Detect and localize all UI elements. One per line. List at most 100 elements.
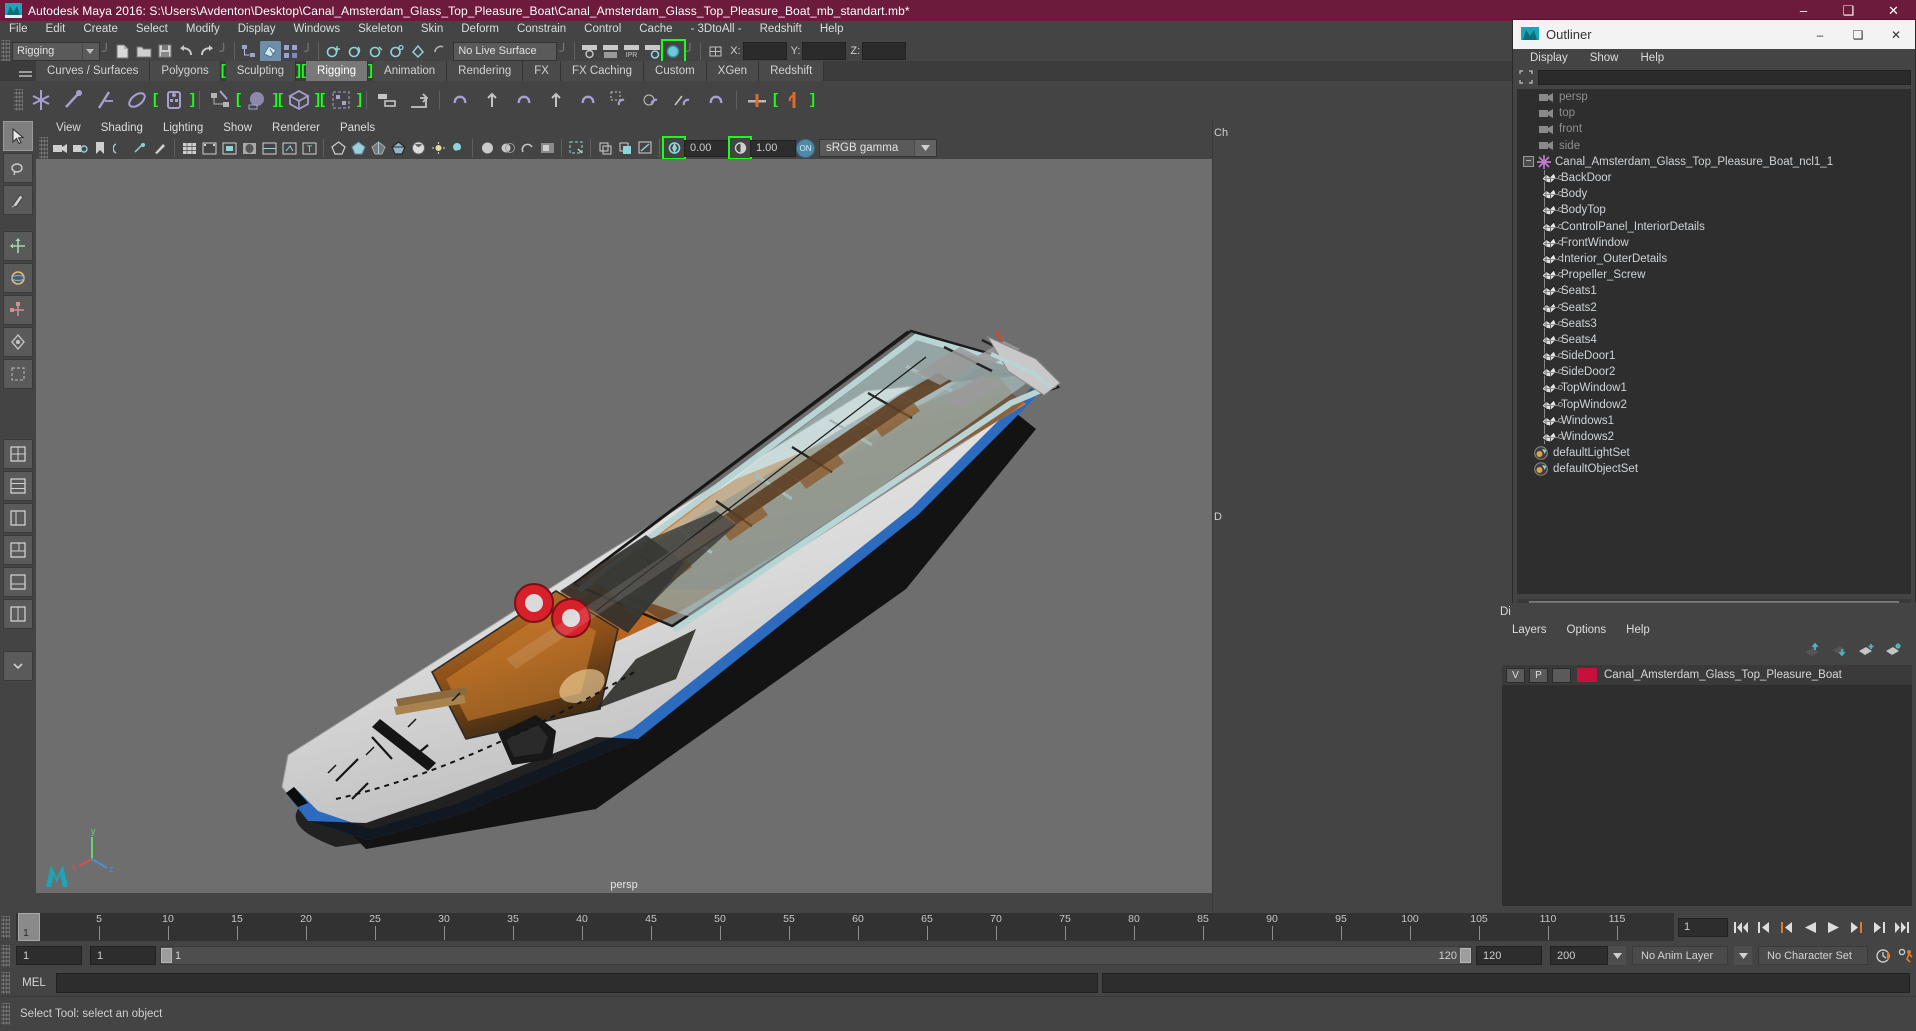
outliner-item-topwindow2[interactable]: TopWindow2 <box>1517 397 1911 413</box>
wireframe-on-shaded-icon[interactable] <box>388 138 408 158</box>
status-line-grip[interactable] <box>1 40 10 62</box>
menu-edit[interactable]: Edit <box>37 21 75 38</box>
shelf-tab-redshift[interactable]: Redshift <box>759 61 825 81</box>
image-plane-icon[interactable] <box>110 138 130 158</box>
outliner-item-sidedoor2[interactable]: SideDoor2 <box>1517 364 1911 380</box>
snap-to-projected-center-button[interactable] <box>386 41 407 62</box>
xray-display-icon[interactable] <box>595 138 615 158</box>
smooth-shade-selected-icon[interactable] <box>368 138 388 158</box>
time-cursor[interactable]: 1 <box>18 913 40 941</box>
play-backwards-button[interactable] <box>1800 916 1820 938</box>
shelf-tab-sculpting[interactable]: Sculpting <box>225 61 297 81</box>
shelf-grip[interactable] <box>14 89 23 111</box>
outliner-item-defaultlightset[interactable]: defaultLightSet <box>1517 445 1911 461</box>
gate-mask-icon[interactable] <box>239 138 259 158</box>
last-tool-used-button[interactable] <box>3 359 33 389</box>
outliner-item-persp[interactable]: persp <box>1517 89 1911 105</box>
outliner-item-body[interactable]: Body <box>1517 186 1911 202</box>
shelf-tab-rendering[interactable]: Rendering <box>447 61 524 81</box>
menu-skin[interactable]: Skin <box>412 21 452 38</box>
viewport-toolbar-grip[interactable] <box>39 137 48 159</box>
live-surface-field[interactable]: No Live Surface <box>453 41 558 61</box>
paint-skin-weights-icon[interactable] <box>204 84 236 116</box>
outliner-close-button[interactable]: ✕ <box>1877 20 1915 49</box>
aim-constraint-up-icon[interactable] <box>476 84 508 116</box>
layer-row[interactable]: V P Canal_Amsterdam_Glass_Top_Pleasure_B… <box>1502 665 1912 685</box>
close-button[interactable]: ✕ <box>1871 0 1916 21</box>
outliner-item-controlpanel-interiordetails[interactable]: ControlPanel_InteriorDetails <box>1517 219 1911 235</box>
layout-hypergraph-persp-button[interactable] <box>3 535 33 565</box>
character-set-field[interactable]: No Character Set <box>1758 946 1868 965</box>
outliner-item-group-root[interactable]: − Canal_Amsterdam_Glass_Top_Pleasure_Boa… <box>1517 154 1911 170</box>
go-to-start-button[interactable] <box>1731 916 1751 938</box>
anim-start-time-field[interactable]: 1 <box>16 946 82 965</box>
layout-two-pane-button[interactable] <box>3 599 33 629</box>
anim-layer-field[interactable]: No Anim Layer <box>1632 946 1728 965</box>
outliner-menu-show[interactable]: Show <box>1579 49 1630 67</box>
range-slider-grip[interactable] <box>1 944 10 967</box>
menu-windows[interactable]: Windows <box>284 21 349 38</box>
command-language-label[interactable]: MEL <box>12 977 56 989</box>
character-set-icon[interactable] <box>741 84 773 116</box>
aim-constraint-icon[interactable] <box>540 84 572 116</box>
ipr-render-button[interactable]: IPR <box>621 41 642 62</box>
range-start-time-field[interactable]: 1 <box>90 946 156 965</box>
new-layer-icon[interactable] <box>1858 643 1875 657</box>
textured-display-icon[interactable] <box>408 138 428 158</box>
multisample-aa-icon[interactable] <box>517 138 537 158</box>
command-input[interactable] <box>56 972 1098 993</box>
shelf-tab-animation[interactable]: Animation <box>373 61 448 81</box>
camera-attributes-icon[interactable] <box>70 138 90 158</box>
menu-deform[interactable]: Deform <box>452 21 508 38</box>
shelf-menu-icon[interactable] <box>14 63 36 81</box>
playback-speed-dropdown[interactable] <box>1608 946 1626 965</box>
shelf-tab-polygons[interactable]: Polygons <box>150 61 221 81</box>
shelf-tab-rigging[interactable]: Rigging <box>306 61 369 81</box>
exposure-value-field[interactable]: 0.00 <box>684 139 730 157</box>
film-gate-display-icon[interactable] <box>259 138 279 158</box>
show-hide-render-view-button[interactable] <box>579 41 600 62</box>
menu-redshift[interactable]: Redshift <box>751 21 811 38</box>
outliner-item-propeller-screw[interactable]: Propeller_Screw <box>1517 267 1911 283</box>
motion-blur-icon[interactable] <box>497 138 517 158</box>
move-layer-up-icon[interactable] <box>1804 643 1821 657</box>
search-filter-icon[interactable] <box>1517 69 1535 85</box>
outliner-item-defaultobjectset[interactable]: defaultObjectSet <box>1517 461 1911 477</box>
outliner-item-seats2[interactable]: Seats2 <box>1517 299 1911 315</box>
undo-button[interactable] <box>175 41 196 62</box>
menu-display[interactable]: Display <box>229 21 285 38</box>
exposure-display-icon[interactable] <box>279 138 299 158</box>
command-output[interactable] <box>1102 972 1910 993</box>
lasso-select-tool-button[interactable] <box>3 153 33 183</box>
select-camera-icon[interactable] <box>50 138 70 158</box>
outliner-search-input[interactable] <box>1538 69 1911 85</box>
shadows-icon[interactable] <box>448 138 468 158</box>
select-by-object-type-button[interactable] <box>259 40 281 62</box>
viewport-menu-panels[interactable]: Panels <box>330 119 385 137</box>
outliner-tree[interactable]: persp top front side − Canal_Amsterdam_G… <box>1517 89 1911 594</box>
gamma-value-field[interactable]: 1.00 <box>750 139 796 157</box>
menuset-selector[interactable]: Rigging <box>12 41 100 61</box>
select-by-hierarchy-button[interactable] <box>239 41 260 62</box>
more-layouts-button[interactable] <box>3 651 33 681</box>
view-transform-toggle[interactable]: ON <box>796 138 815 158</box>
two-d-pan-zoom-icon[interactable] <box>130 138 150 158</box>
rotate-tool-button[interactable] <box>3 263 33 293</box>
step-forward-frame-button[interactable] <box>1846 916 1866 938</box>
toggle-gpu-cache-button[interactable] <box>660 38 686 64</box>
outliner-item-windows1[interactable]: Windows1 <box>1517 413 1911 429</box>
use-all-lights-icon[interactable] <box>428 138 448 158</box>
create-ik-handle-icon[interactable] <box>57 84 89 116</box>
minimize-button[interactable]: – <box>1781 0 1826 21</box>
layer-color-swatch[interactable] <box>1577 668 1597 682</box>
go-to-end-button[interactable] <box>1892 916 1912 938</box>
channel-box-strip[interactable]: Ch D <box>1212 119 1230 912</box>
viewport-menu-show[interactable]: Show <box>213 119 262 137</box>
range-end-handle[interactable] <box>1460 948 1471 963</box>
layout-persp-graph-button[interactable] <box>3 567 33 597</box>
redo-button[interactable] <box>196 41 217 62</box>
help-line-grip[interactable] <box>1 1003 10 1025</box>
outliner-menu-help[interactable]: Help <box>1630 49 1676 67</box>
expand-collapse-toggle[interactable]: − <box>1523 156 1534 168</box>
display-tab[interactable]: Di <box>1492 603 1519 621</box>
